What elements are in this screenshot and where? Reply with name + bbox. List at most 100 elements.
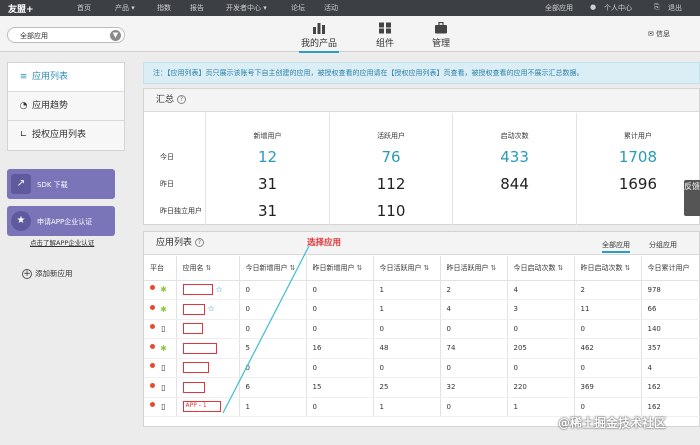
app-name-link[interactable] xyxy=(182,303,205,315)
tab-my-products[interactable]: 我的产品 xyxy=(299,22,339,53)
sidebar-item-app-list[interactable]: ≡ 应用列表 xyxy=(8,63,124,92)
tab-all-apps[interactable]: 全部应用 xyxy=(602,240,630,253)
table-row[interactable]: ✱ ☆ 0 0 1 2 4 2 978 xyxy=(144,280,700,300)
table-row[interactable]: ✱ 5 16 48 74 205 462 357 xyxy=(144,338,700,359)
user-icon[interactable]: ● xyxy=(590,3,596,11)
col-header-sortable[interactable]: 今日启动次数 ⇅ xyxy=(507,256,575,281)
sdk-download-button[interactable]: ↗ SDK 下载 xyxy=(7,169,115,199)
phone-icon: ▯ xyxy=(161,363,166,373)
star-icon[interactable]: ☆ xyxy=(216,285,223,294)
metric-cell: 5 xyxy=(239,338,307,359)
metric-cell: 0 xyxy=(306,397,374,417)
sort-icon[interactable]: ⇅ xyxy=(290,264,296,272)
app-name-cell[interactable] xyxy=(176,377,240,398)
list-icon: ≡ xyxy=(19,72,28,82)
col-header-sortable[interactable]: 昨日活跃用户 ⇅ xyxy=(440,256,508,281)
col-header-sortable[interactable]: 昨日新增用户 ⇅ xyxy=(306,256,374,281)
metric-cell: 4 xyxy=(507,280,575,300)
col-header-sortable[interactable]: 昨日启动次数 ⇅ xyxy=(574,256,642,281)
help-icon[interactable]: ? xyxy=(177,95,187,104)
sidebar-item-app-trends[interactable]: ◔ 应用趋势 xyxy=(8,92,124,121)
summary-row-label: 昨日独立用户 xyxy=(144,197,207,225)
tab-components[interactable]: 组件 xyxy=(375,22,395,49)
metric-cell: 140 xyxy=(641,319,700,339)
sidebar-item-label: 授权应用列表 xyxy=(32,130,87,140)
enterprise-cert-link[interactable]: 点击了解APP企业认证 xyxy=(30,237,94,247)
table-row[interactable]: ✱ ☆ 0 0 1 4 3 11 66 xyxy=(144,299,700,320)
app-name-cell[interactable]: APP - 1 xyxy=(176,397,240,417)
nav-index[interactable]: 指数 xyxy=(157,3,171,13)
enterprise-cert-button[interactable]: ★ 申请APP企业认证 xyxy=(7,206,115,236)
nav-forum[interactable]: 论坛 xyxy=(291,3,305,13)
status-dot-icon xyxy=(150,343,155,349)
app-select-dropdown[interactable]: 全部应用 ▼ xyxy=(7,27,125,43)
messages-label: 信息 xyxy=(656,30,670,38)
android-icon: ✱ xyxy=(160,285,167,295)
col-header-sortable[interactable]: 今日活跃用户 ⇅ xyxy=(373,256,441,281)
metric-cell: 369 xyxy=(574,377,642,398)
sort-icon[interactable]: ⇅ xyxy=(491,264,497,272)
android-icon: ✱ xyxy=(160,343,167,353)
platform-cell: ▯ xyxy=(144,377,177,398)
sort-icon[interactable]: ⇅ xyxy=(424,264,430,272)
summary-header: 汇总? xyxy=(144,89,699,112)
metric-cell: 0 xyxy=(239,299,307,320)
briefcase-icon xyxy=(435,22,447,34)
tab-grouped-apps[interactable]: 分组应用 xyxy=(649,240,677,250)
metric-cell: 0 xyxy=(373,358,441,378)
summary-value: 1708 xyxy=(618,148,658,166)
annotation-label: 选择应用 xyxy=(307,238,342,248)
tab-manage-label: 管理 xyxy=(431,39,450,49)
help-icon[interactable]: ? xyxy=(195,238,205,247)
app-table: 平台 应用名 ⇅ 今日新增用户 ⇅ 昨日新增用户 ⇅ 今日活跃用户 ⇅ 昨日活跃用户 ⇅ … xyxy=(144,256,700,417)
table-row[interactable]: ▯ 0 0 0 0 0 0 4 xyxy=(144,358,700,378)
feedback-tab[interactable]: 反馈 xyxy=(684,180,700,216)
nav-products[interactable]: 产品 ▾ xyxy=(115,3,135,13)
app-name-link[interactable]: APP - 1 xyxy=(182,401,221,413)
app-name-cell[interactable]: ☆ xyxy=(176,280,240,300)
platform-cell: ✱ xyxy=(144,338,177,359)
nav-developer-center[interactable]: 开发者中心 ▾ xyxy=(226,3,267,13)
nav-events[interactable]: 活动 xyxy=(324,3,338,13)
summary-row-label: 今日 xyxy=(144,143,207,171)
nav-home[interactable]: 首页 xyxy=(77,3,91,13)
add-app-button[interactable]: + 添加新应用 xyxy=(22,268,73,279)
app-name-cell[interactable] xyxy=(176,358,240,378)
tab-manage[interactable]: 管理 xyxy=(431,22,451,49)
status-dot-icon xyxy=(150,324,155,330)
messages-link[interactable]: ✉ 信息 xyxy=(648,29,670,39)
app-name-cell[interactable] xyxy=(176,319,240,339)
app-name-link[interactable] xyxy=(182,381,205,393)
platform-cell: ▯ xyxy=(144,319,177,339)
umeng-logo[interactable]: 友盟+ xyxy=(8,2,34,15)
col-header-app-name[interactable]: 应用名 ⇅ xyxy=(176,256,240,281)
nav-personal-center[interactable]: 个人中心 xyxy=(604,3,632,13)
sort-icon[interactable]: ⇅ xyxy=(558,264,564,272)
table-row[interactable]: ▯ 0 0 0 0 0 0 140 xyxy=(144,319,700,339)
nav-logout[interactable]: 退出 xyxy=(668,3,682,13)
sidebar-item-authorized-apps[interactable]: ∟ 授权应用列表 xyxy=(8,121,124,150)
metric-cell: 0 xyxy=(507,319,575,339)
nav-all-apps[interactable]: 全部应用 xyxy=(545,3,573,13)
table-row[interactable]: ▯ 6 15 25 32 220 369 162 xyxy=(144,377,700,398)
app-name-link[interactable] xyxy=(182,284,213,296)
sidebar-item-label: 应用列表 xyxy=(32,72,69,82)
col-header-sortable[interactable]: 今日新增用户 ⇅ xyxy=(239,256,307,281)
app-name-cell[interactable]: ☆ xyxy=(176,299,240,320)
summary-corner xyxy=(144,113,207,143)
app-name-link[interactable] xyxy=(182,342,217,354)
app-name-link[interactable] xyxy=(182,323,203,335)
sort-icon[interactable]: ⇅ xyxy=(206,264,212,272)
sort-icon[interactable]: ⇅ xyxy=(625,264,631,272)
col-header-sortable[interactable]: 今日累计用户 xyxy=(641,256,700,281)
logout-icon[interactable]: ⎘ xyxy=(654,3,660,12)
metric-cell: 2 xyxy=(574,280,642,300)
sort-icon[interactable]: ⇅ xyxy=(357,264,363,272)
app-name-link[interactable] xyxy=(182,362,209,374)
nav-reports[interactable]: 报告 xyxy=(190,3,204,13)
app-name-cell[interactable] xyxy=(176,338,240,359)
col-header-label: 今日新增用户 xyxy=(245,263,288,272)
summary-value: 844 xyxy=(452,171,577,197)
star-icon[interactable]: ☆ xyxy=(208,304,215,313)
col-header-label: 昨日启动次数 xyxy=(580,263,623,272)
